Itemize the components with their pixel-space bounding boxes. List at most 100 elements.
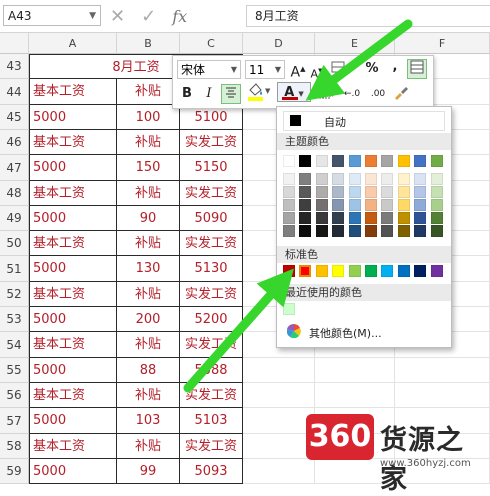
empty-cell[interactable] bbox=[243, 459, 315, 484]
theme-color-swatch[interactable] bbox=[332, 155, 344, 167]
table-cell[interactable]: 补贴 bbox=[117, 434, 180, 459]
table-cell[interactable]: 实发工资 bbox=[180, 130, 243, 155]
standard-color-swatch[interactable] bbox=[431, 265, 443, 277]
theme-color-swatch[interactable] bbox=[398, 155, 410, 167]
table-cell[interactable]: 103 bbox=[117, 408, 180, 434]
standard-color-swatch[interactable] bbox=[381, 265, 393, 277]
column-header-f[interactable]: F bbox=[395, 33, 490, 54]
row-header[interactable]: 55 bbox=[0, 358, 29, 383]
percent-style-button[interactable]: % bbox=[363, 59, 381, 79]
theme-color-swatch[interactable] bbox=[299, 155, 311, 167]
column-header-c[interactable]: C bbox=[180, 33, 243, 54]
center-align-icon[interactable] bbox=[221, 84, 241, 104]
font-name-select[interactable]: 宋体 ▼ bbox=[177, 60, 241, 79]
fill-color-button[interactable]: ▼ bbox=[245, 82, 273, 102]
table-cell[interactable]: 150 bbox=[117, 155, 180, 181]
theme-color-shade-swatch[interactable] bbox=[431, 212, 443, 224]
theme-color-shade-swatch[interactable] bbox=[332, 225, 344, 237]
row-header[interactable]: 53 bbox=[0, 307, 29, 332]
decrease-decimal-button[interactable]: .00 bbox=[367, 84, 389, 104]
theme-color-shade-swatch[interactable] bbox=[398, 225, 410, 237]
column-header-e[interactable]: E bbox=[315, 33, 395, 54]
theme-color-shade-swatch[interactable] bbox=[332, 186, 344, 198]
row-header[interactable]: 47 bbox=[0, 155, 29, 181]
standard-color-swatch[interactable] bbox=[316, 265, 328, 277]
standard-color-swatch[interactable] bbox=[414, 265, 426, 277]
row-header[interactable]: 52 bbox=[0, 282, 29, 307]
theme-color-shade-swatch[interactable] bbox=[414, 186, 426, 198]
row-header[interactable]: 51 bbox=[0, 256, 29, 282]
standard-color-swatch-red[interactable] bbox=[299, 265, 311, 277]
theme-color-shade-swatch[interactable] bbox=[398, 199, 410, 211]
font-size-dropdown-icon[interactable]: ▼ bbox=[275, 61, 281, 79]
table-cell[interactable]: 补贴 bbox=[117, 332, 180, 358]
table-cell[interactable]: 基本工资 bbox=[29, 332, 117, 358]
theme-color-shade-swatch[interactable] bbox=[349, 225, 361, 237]
theme-color-shade-swatch[interactable] bbox=[283, 225, 295, 237]
accounting-format-icon[interactable] bbox=[329, 59, 347, 79]
table-cell[interactable]: 5000 bbox=[29, 105, 117, 130]
bold-button[interactable]: B bbox=[179, 84, 195, 104]
standard-color-swatch[interactable] bbox=[283, 265, 295, 277]
table-cell[interactable]: 基本工资 bbox=[29, 282, 117, 307]
table-cell[interactable]: 200 bbox=[117, 307, 180, 332]
shrink-font-button[interactable]: A▼ bbox=[309, 61, 325, 81]
recent-color-swatch[interactable] bbox=[283, 303, 295, 315]
empty-cell[interactable] bbox=[395, 358, 490, 383]
theme-color-shade-swatch[interactable] bbox=[398, 173, 410, 185]
row-header[interactable]: 50 bbox=[0, 231, 29, 256]
theme-color-shade-swatch[interactable] bbox=[332, 212, 344, 224]
borders-icon[interactable]: ▼ bbox=[315, 84, 337, 104]
table-cell[interactable]: 5200 bbox=[180, 307, 243, 332]
theme-color-shade-swatch[interactable] bbox=[332, 173, 344, 185]
theme-color-shade-swatch[interactable] bbox=[316, 186, 328, 198]
cancel-icon[interactable]: ✕ bbox=[110, 6, 125, 27]
table-cell[interactable]: 实发工资 bbox=[180, 282, 243, 307]
table-cell[interactable]: 实发工资 bbox=[180, 332, 243, 358]
table-cell[interactable]: 基本工资 bbox=[29, 181, 117, 206]
enter-icon[interactable]: ✓ bbox=[141, 6, 156, 27]
table-cell[interactable]: 5000 bbox=[29, 459, 117, 484]
table-cell[interactable]: 实发工资 bbox=[180, 383, 243, 408]
theme-color-shade-swatch[interactable] bbox=[299, 173, 311, 185]
theme-color-shade-swatch[interactable] bbox=[381, 173, 393, 185]
theme-color-swatch[interactable] bbox=[381, 155, 393, 167]
theme-color-swatch[interactable] bbox=[365, 155, 377, 167]
theme-color-shade-swatch[interactable] bbox=[299, 186, 311, 198]
theme-color-shade-swatch[interactable] bbox=[299, 199, 311, 211]
font-color-button[interactable]: A ▼ bbox=[277, 82, 311, 102]
name-box-dropdown-icon[interactable]: ▼ bbox=[89, 6, 96, 27]
increase-decimal-button[interactable]: ←.0 bbox=[341, 84, 363, 104]
table-cell[interactable]: 补贴 bbox=[117, 231, 180, 256]
theme-color-shade-swatch[interactable] bbox=[332, 199, 344, 211]
theme-color-shade-swatch[interactable] bbox=[316, 199, 328, 211]
theme-color-shade-swatch[interactable] bbox=[431, 186, 443, 198]
standard-color-swatch[interactable] bbox=[365, 265, 377, 277]
theme-color-shade-swatch[interactable] bbox=[316, 212, 328, 224]
theme-color-shade-swatch[interactable] bbox=[365, 186, 377, 198]
table-cell[interactable]: 5000 bbox=[29, 155, 117, 181]
empty-cell[interactable] bbox=[395, 383, 490, 408]
table-cell[interactable]: 99 bbox=[117, 459, 180, 484]
theme-color-shade-swatch[interactable] bbox=[283, 173, 295, 185]
comma-style-button[interactable]: , bbox=[389, 57, 401, 77]
table-cell[interactable]: 基本工资 bbox=[29, 79, 117, 105]
theme-color-swatch[interactable] bbox=[414, 155, 426, 167]
standard-color-swatch[interactable] bbox=[349, 265, 361, 277]
insert-function-icon[interactable]: fx bbox=[172, 7, 187, 26]
table-cell[interactable]: 5103 bbox=[180, 408, 243, 434]
row-header[interactable]: 44 bbox=[0, 79, 29, 105]
row-header[interactable]: 43 bbox=[0, 54, 29, 79]
empty-cell[interactable] bbox=[315, 358, 395, 383]
table-cell[interactable]: 5130 bbox=[180, 256, 243, 282]
name-box[interactable]: A43 ▼ bbox=[3, 5, 101, 26]
table-cell[interactable]: 5000 bbox=[29, 256, 117, 282]
theme-color-swatch[interactable] bbox=[349, 155, 361, 167]
standard-color-swatch[interactable] bbox=[398, 265, 410, 277]
theme-color-shade-swatch[interactable] bbox=[283, 212, 295, 224]
table-cell[interactable]: 补贴 bbox=[117, 130, 180, 155]
table-cell[interactable]: 5090 bbox=[180, 206, 243, 231]
theme-color-shade-swatch[interactable] bbox=[365, 212, 377, 224]
table-cell[interactable]: 5000 bbox=[29, 206, 117, 231]
row-header[interactable]: 45 bbox=[0, 105, 29, 130]
